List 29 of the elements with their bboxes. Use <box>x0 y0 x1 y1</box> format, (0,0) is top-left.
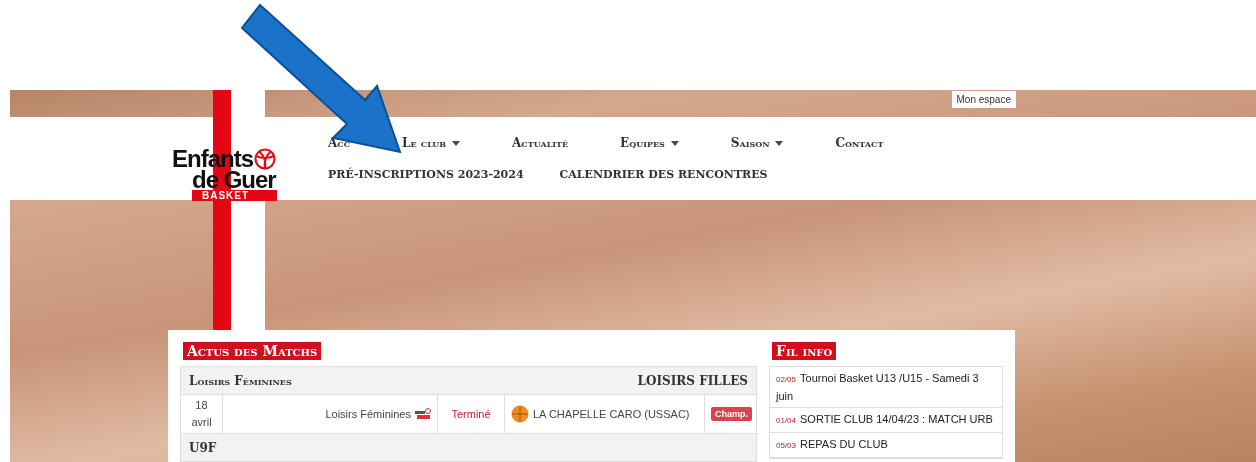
basketball-icon <box>511 405 529 423</box>
logo-tagline: BASKET <box>192 190 278 201</box>
nav-link[interactable]: Contact <box>835 136 884 150</box>
section-title: Fil info <box>772 342 837 360</box>
news-item[interactable]: 05/03 REPAS DU CLUB <box>770 433 1002 458</box>
nav-link[interactable]: Acc <box>328 136 351 150</box>
news-item[interactable]: 01/04 SORTIE CLUB 14/04/23 : MATCH URB <box>770 408 1002 433</box>
nav-link[interactable]: CALENDRIER DES RENCONTRES <box>559 168 768 181</box>
caret-icon <box>452 140 461 146</box>
nav-link[interactable]: Saison <box>730 136 784 150</box>
news-item[interactable]: 02/05 Tournoi Basket U13 /U15 - Samedi 3 juin <box>770 367 1002 408</box>
caret-icon <box>775 140 784 146</box>
nav-link[interactable]: Le club <box>402 136 461 150</box>
group-category: LOISIRS FILLES <box>637 373 748 388</box>
nav-link[interactable]: Equipes <box>620 136 679 150</box>
account-button[interactable]: Mon espace <box>951 91 1016 108</box>
caret-icon <box>670 140 679 146</box>
group-name: U9F <box>189 440 217 455</box>
team-name: Loisirs Féminines <box>325 408 411 420</box>
opponent-name: LA CHAPELLE CARO (USSAC) <box>533 408 690 420</box>
table-cell: Terminé <box>438 395 505 433</box>
group-name: Loisirs Féminines <box>189 373 292 388</box>
section-title: Actus des Matchs <box>183 342 322 360</box>
club-logo-icon <box>415 408 431 420</box>
table-cell: 18 avril <box>181 395 223 433</box>
nav-link[interactable]: PRÉ-INSCRIPTIONS 2023-2024 <box>328 168 524 181</box>
basketball-icon <box>254 148 276 170</box>
competition-badge: Champ. <box>711 407 752 421</box>
nav-link[interactable]: Actualité <box>512 136 569 150</box>
